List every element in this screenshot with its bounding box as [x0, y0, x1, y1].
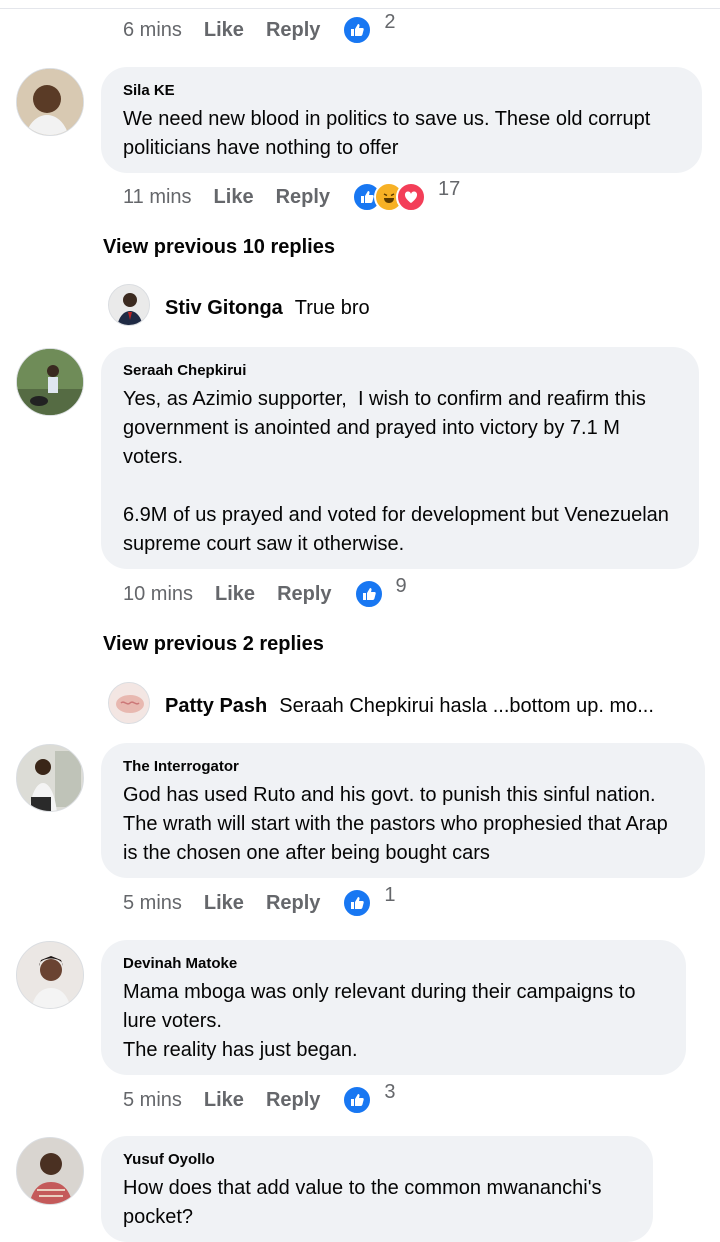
comment-time: 10 mins: [123, 582, 194, 605]
avatar[interactable]: [16, 1137, 84, 1205]
comment-time: 6 mins: [123, 18, 182, 41]
reactions-summary[interactable]: 1: [342, 884, 396, 918]
avatar[interactable]: [108, 284, 150, 326]
comment-bubble: The Interrogator God has used Ruto and h…: [101, 743, 705, 878]
avatar[interactable]: [108, 682, 150, 724]
comment-author[interactable]: Yusuf Oyollo: [123, 1150, 631, 1170]
avatar[interactable]: [16, 348, 84, 416]
reply-button[interactable]: Reply: [276, 186, 330, 209]
reactions-summary[interactable]: 9: [353, 575, 407, 609]
comment-bubble: Sila KE We need new blood in politics to…: [101, 67, 702, 173]
comment-meta-row: 6 mins Like Reply 2: [123, 10, 396, 50]
reply-author[interactable]: Patty Pash: [165, 695, 267, 718]
reaction-count: 3: [384, 1080, 396, 1103]
reply-text: Seraah Chepkirui hasla ...bottom up. mo.…: [279, 695, 654, 717]
comment-text: God has used Ruto and his govt. to punis…: [123, 784, 674, 864]
reaction-count: 1: [384, 883, 396, 906]
comment-bubble: Yusuf Oyollo How does that add value to …: [101, 1136, 653, 1242]
comment-text: Yes, as Azimio supporter, I wish to conf…: [123, 388, 669, 555]
reply-button[interactable]: Reply: [277, 583, 331, 606]
like-reaction-icon: [342, 15, 373, 45]
avatar[interactable]: [16, 744, 84, 812]
comment-time: 5 mins: [123, 891, 182, 914]
reaction-count: 9: [395, 574, 407, 597]
comment-author[interactable]: The Interrogator: [123, 757, 683, 777]
like-button[interactable]: Like: [204, 19, 244, 42]
reply-button[interactable]: Reply: [266, 1089, 320, 1112]
comment-meta-row: 5 mins Like Reply 3: [123, 1080, 396, 1120]
like-reaction-icon: [342, 888, 373, 918]
comment-author[interactable]: Devinah Matoke: [123, 954, 664, 974]
comment-author[interactable]: Seraah Chepkirui: [123, 361, 677, 381]
comment-text: Mama mboga was only relevant during thei…: [123, 981, 636, 1061]
comment-meta-row: 10 mins Like Reply 9: [123, 574, 407, 614]
like-button[interactable]: Like: [215, 583, 255, 606]
reply-author[interactable]: Stiv Gitonga: [165, 297, 283, 320]
reactions-summary[interactable]: 2: [342, 11, 396, 45]
comment-text: We need new blood in politics to save us…: [123, 108, 656, 159]
comment-bubble: Devinah Matoke Mama mboga was only relev…: [101, 940, 686, 1075]
view-previous-replies-link[interactable]: View previous 10 replies: [103, 236, 335, 259]
comment-meta-row: 5 mins Like Reply 1: [123, 883, 396, 923]
like-reaction-icon: [353, 579, 384, 609]
comment-bubble: Seraah Chepkirui Yes, as Azimio supporte…: [101, 347, 699, 569]
reply-preview[interactable]: Patty Pash Seraah Chepkirui hasla ...bot…: [165, 695, 654, 718]
like-button[interactable]: Like: [204, 1089, 244, 1112]
comment-text: How does that add value to the common mw…: [123, 1177, 608, 1228]
reply-button[interactable]: Reply: [266, 19, 320, 42]
reply-preview[interactable]: Stiv Gitonga True bro: [165, 297, 370, 320]
like-reaction-icon: [342, 1085, 373, 1115]
top-divider: [0, 8, 720, 9]
love-reaction-icon: [396, 182, 427, 212]
comment-time: 5 mins: [123, 1088, 182, 1111]
comment-time: 11 mins: [123, 185, 192, 208]
reply-button[interactable]: Reply: [266, 892, 320, 915]
view-previous-replies-link[interactable]: View previous 2 replies: [103, 633, 324, 656]
reactions-summary[interactable]: 3: [342, 1081, 396, 1115]
reply-text: True bro: [294, 297, 370, 319]
like-button[interactable]: Like: [204, 892, 244, 915]
reaction-count: 2: [384, 10, 396, 33]
reactions-summary[interactable]: 17: [352, 178, 460, 212]
like-button[interactable]: Like: [214, 186, 254, 209]
avatar[interactable]: [16, 941, 84, 1009]
reaction-count: 17: [438, 177, 461, 200]
comment-author[interactable]: Sila KE: [123, 81, 680, 101]
avatar[interactable]: [16, 68, 84, 136]
comment-meta-row: 11 mins Like Reply 17: [123, 177, 460, 217]
